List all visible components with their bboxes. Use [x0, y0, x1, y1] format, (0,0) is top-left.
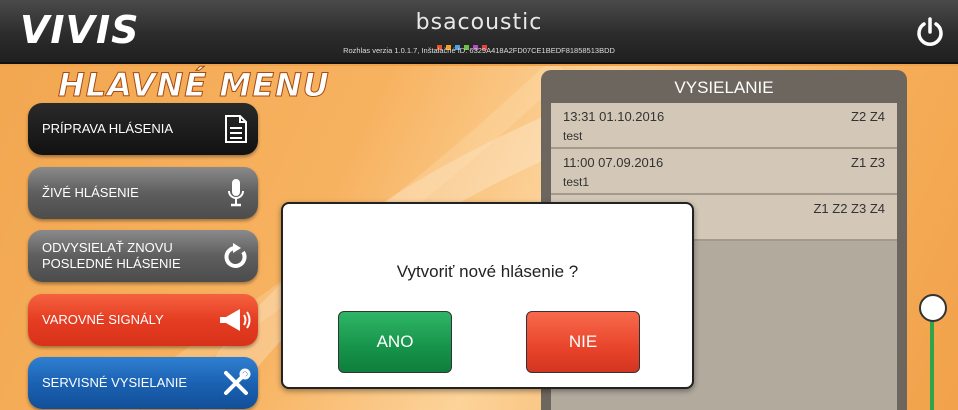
broadcast-name: test1	[563, 175, 590, 189]
list-item[interactable]: 11:00 07.09.2016 Z1 Z3 test1	[551, 149, 897, 195]
broadcast-panel-title: VYSIELANIE	[674, 78, 774, 97]
top-bar: VIVIS bsacoustic Rozhlas verzia 1.0.1.7,…	[0, 0, 958, 64]
live-announcement-button[interactable]: ŽIVÉ HLÁSENIE	[28, 167, 258, 219]
menu-item-label: SERVISNÉ VYSIELANIE	[42, 375, 187, 390]
service-broadcast-button[interactable]: SERVISNÉ VYSIELANIE	[28, 357, 258, 409]
menu-item-label: PRÍPRAVA HLÁSENIA	[42, 121, 174, 136]
power-icon	[917, 17, 943, 46]
megaphone-icon	[214, 300, 258, 340]
microphone-icon	[214, 173, 258, 213]
volume-slider-track[interactable]	[930, 312, 934, 410]
dialog-question: Vytvoriť nové hlásenie ?	[396, 262, 579, 281]
menu-item-label: ŽIVÉ HLÁSENIE	[42, 185, 139, 200]
volume-slider-knob[interactable]	[919, 294, 947, 322]
yes-button[interactable]: ANO	[338, 311, 452, 373]
broadcast-zones: Z1 Z3	[851, 155, 885, 170]
main-menu-title: HLAVNÉ MENU	[58, 66, 330, 105]
document-icon	[214, 109, 258, 149]
refresh-icon	[214, 236, 258, 276]
broadcast-datetime: 13:31 01.10.2016	[563, 109, 665, 124]
tools-icon	[214, 363, 258, 403]
no-button[interactable]: NIE	[526, 311, 640, 373]
broadcast-zones: Z1 Z2 Z3 Z4	[813, 201, 885, 216]
menu-item-label: VAROVNÉ SIGNÁLY	[42, 312, 164, 327]
prepare-announcement-button[interactable]: PRÍPRAVA HLÁSENIA	[28, 103, 258, 155]
broadcast-datetime: 11:00 07.09.2016	[563, 155, 664, 170]
menu-item-label: ODVYSIELAŤ ZNOVU POSLEDNÉ HLÁSENIE	[42, 240, 181, 271]
confirm-dialog: Vytvoriť nové hlásenie ? ANO NIE	[281, 202, 694, 389]
power-button[interactable]	[914, 16, 946, 48]
warning-signals-button[interactable]: VAROVNÉ SIGNÁLY	[28, 294, 258, 346]
broadcast-name: test	[563, 129, 583, 143]
brand-name: bsacoustic	[415, 10, 543, 35]
replay-last-announcement-button[interactable]: ODVYSIELAŤ ZNOVU POSLEDNÉ HLÁSENIE	[28, 230, 258, 282]
broadcast-zones: Z2 Z4	[851, 109, 885, 124]
version-text: Rozhlas verzia 1.0.1.7, Inštalačné ID: 6…	[343, 46, 615, 55]
brand-dots	[437, 37, 491, 50]
list-item[interactable]: 13:31 01.10.2016 Z2 Z4 test	[551, 103, 897, 149]
